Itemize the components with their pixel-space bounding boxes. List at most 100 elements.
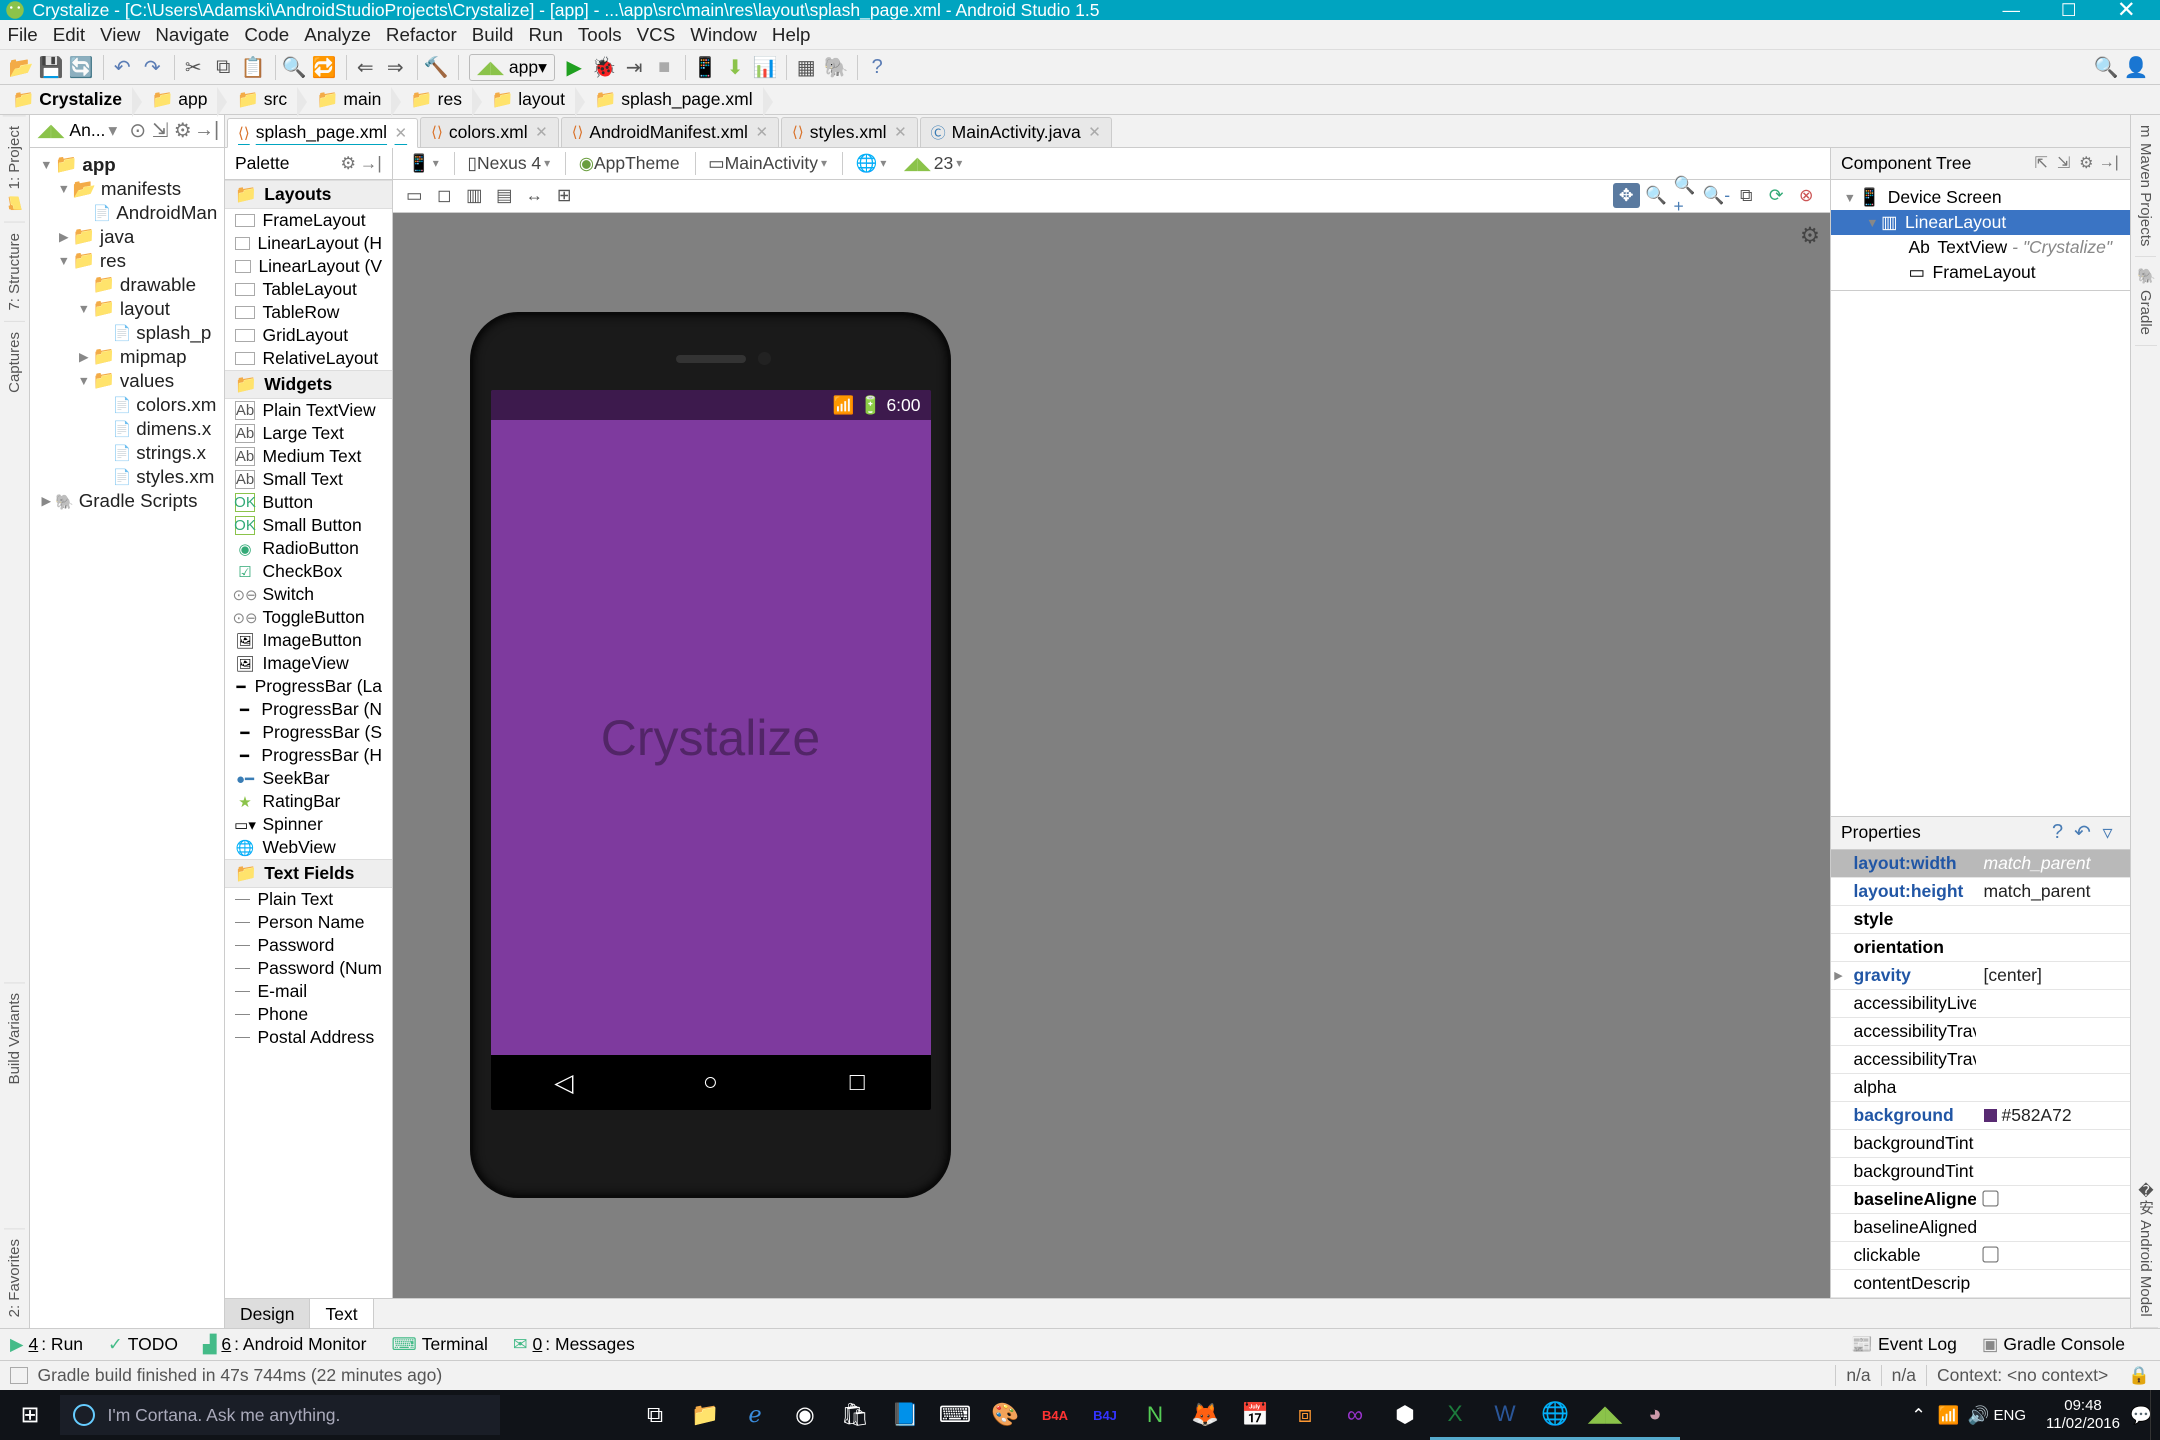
design-surface[interactable]: ⚙ 📶 🔋 6:00 Crystalize (393, 213, 1830, 1298)
palette-group-header[interactable]: 📁Text Fields (225, 859, 392, 888)
properties-grid[interactable]: layout:widthmatch_parentlayout:heightmat… (1831, 850, 2130, 1298)
palette-item[interactable]: FrameLayout (225, 209, 392, 232)
undo-icon[interactable]: ↶ (109, 53, 137, 81)
tool-window-toggle-icon[interactable] (10, 1367, 28, 1385)
app-textview[interactable]: Crystalize (601, 709, 820, 767)
attach-debugger-icon[interactable]: ⇥ (620, 53, 648, 81)
palette-item[interactable]: AbPlain TextView (225, 399, 392, 422)
blueprint-mode-icon[interactable]: ▤ (491, 183, 519, 208)
app-preview-body[interactable]: Crystalize (491, 420, 931, 1055)
palette-item[interactable]: ━ProgressBar (H (225, 744, 392, 767)
menu-help[interactable]: Help (772, 24, 811, 46)
copy-icon[interactable]: ⧉ (1733, 183, 1761, 208)
status-cell-context[interactable]: Context: <no context> (1926, 1365, 2118, 1386)
menu-run[interactable]: Run (528, 24, 562, 46)
right-tab-maven-projects[interactable]: mMaven Projects (2135, 115, 2156, 257)
bottom-tab-gradle-console[interactable]: ▣Gradle Console (1982, 1334, 2125, 1355)
make-icon[interactable]: 🔨 (423, 53, 451, 81)
menu-build[interactable]: Build (472, 24, 514, 46)
cut-icon[interactable]: ✂ (180, 53, 208, 81)
b4a-icon[interactable]: B4A (1030, 1390, 1080, 1440)
property-row[interactable]: contentDescrip (1831, 1270, 2130, 1298)
breadcrumb-item[interactable]: 📁splash_page.xml (587, 87, 763, 112)
menu-window[interactable]: Window (690, 24, 757, 46)
palette-item[interactable]: ⊙⊖Switch (225, 583, 392, 606)
open-icon[interactable]: 📂 (8, 53, 36, 81)
debug-button-icon[interactable]: 🐞 (590, 53, 618, 81)
restore-icon[interactable]: ↶ (2070, 820, 2095, 845)
hide-icon[interactable]: →| (2098, 154, 2121, 172)
menu-file[interactable]: File (8, 24, 38, 46)
eclipse-icon[interactable]: ◕ (1630, 1390, 1680, 1440)
collapse-all-icon[interactable]: ⇲ (149, 118, 172, 143)
project-tree-node[interactable]: 📄dimens.x (30, 417, 224, 441)
project-tree[interactable]: ▼📁app▼📂manifests📄AndroidMan▶📁java▼📁res📁d… (30, 148, 224, 1328)
nav-home-icon[interactable]: ○ (699, 1072, 721, 1094)
kindle-icon[interactable]: 📘 (880, 1390, 930, 1440)
steam-icon[interactable]: ◉ (780, 1390, 830, 1440)
component-tree-node[interactable]: ▭FrameLayout (1831, 260, 2130, 285)
unity-icon[interactable]: ⬢ (1380, 1390, 1430, 1440)
keyboard-icon[interactable]: ⌨ (930, 1390, 980, 1440)
tray-volume-icon[interactable]: 🔊 (1964, 1405, 1994, 1426)
preview-options-icon[interactable]: ⊗ (1793, 183, 1821, 208)
palette-item[interactable]: TableRow (225, 301, 392, 324)
property-row[interactable]: ▶gravity[center] (1831, 962, 2130, 990)
refresh-preview-icon[interactable]: ⟳ (1763, 183, 1791, 208)
api-level-selector[interactable]: ◢◣23▾ (896, 150, 969, 177)
editor-tab[interactable]: ⟨⟩colors.xml✕ (420, 117, 559, 147)
menu-code[interactable]: Code (244, 24, 289, 46)
palette-item[interactable]: ◉RadioButton (225, 537, 392, 560)
palette-item[interactable]: 🖼ImageButton (225, 629, 392, 652)
left-tab-captures[interactable]: Captures (4, 321, 25, 403)
component-tree-node[interactable]: ▼▥LinearLayout (1831, 210, 2130, 235)
close-icon[interactable]: ✕ (535, 123, 548, 141)
palette-item[interactable]: ☑CheckBox (225, 560, 392, 583)
start-button[interactable]: ⊞ (0, 1402, 60, 1428)
property-checkbox[interactable] (1982, 1246, 1998, 1262)
palette-item[interactable]: OKSmall Button (225, 514, 392, 537)
property-row[interactable]: layout:heightmatch_parent (1831, 878, 2130, 906)
hide-icon[interactable]: →| (360, 153, 383, 174)
palette-item[interactable]: AbMedium Text (225, 445, 392, 468)
palette-item[interactable]: 🌐WebView (225, 836, 392, 859)
property-row[interactable]: backgroundTint (1831, 1130, 2130, 1158)
paint-icon[interactable]: 🎨 (980, 1390, 1030, 1440)
notifications-icon[interactable]: 💬 (2133, 1390, 2151, 1440)
visual-studio-icon[interactable]: ∞ (1330, 1390, 1380, 1440)
project-tree-node[interactable]: ▶Gradle Scripts (30, 489, 224, 513)
menu-vcs[interactable]: VCS (637, 24, 676, 46)
nav-recents-icon[interactable]: □ (846, 1072, 868, 1094)
project-tree-node[interactable]: ▼📁res (30, 249, 224, 273)
bottom-tab-run[interactable]: ▶4: Run (10, 1334, 83, 1355)
breadcrumb-item[interactable]: 📁src (229, 87, 297, 112)
forward-icon[interactable]: ⇒ (382, 53, 410, 81)
help-icon[interactable]: ? (863, 53, 891, 81)
palette-item[interactable]: Postal Address (225, 1026, 392, 1049)
constraints-icon[interactable]: ⊞ (551, 183, 579, 208)
property-row[interactable]: baselineAligned (1831, 1214, 2130, 1242)
property-checkbox[interactable] (1982, 1190, 1998, 1206)
calendar-icon[interactable]: 📅 (1230, 1390, 1280, 1440)
task-view-icon[interactable]: ⧉ (630, 1390, 680, 1440)
palette-group-header[interactable]: 📁Widgets (225, 370, 392, 399)
zoom-reset-icon[interactable]: 🔍 (1643, 183, 1671, 208)
window-maximize-button[interactable]: ☐ (2040, 0, 2098, 20)
android-monitor-icon[interactable]: 📊 (751, 53, 779, 81)
hide-icon[interactable]: →| (194, 119, 217, 142)
gimp-icon[interactable]: 🦊 (1180, 1390, 1230, 1440)
gear-icon[interactable]: ⚙ (172, 118, 195, 143)
breadcrumb-item[interactable]: 📁res (403, 87, 472, 112)
property-row[interactable]: accessibilityTrav (1831, 1018, 2130, 1046)
redo-icon[interactable]: ↷ (139, 53, 167, 81)
palette-item[interactable]: E-mail (225, 980, 392, 1003)
palette-item[interactable]: Person Name (225, 911, 392, 934)
zoom-in-icon[interactable]: 🔍+ (1673, 183, 1701, 208)
palette-item[interactable]: OKButton (225, 491, 392, 514)
menu-tools[interactable]: Tools (578, 24, 622, 46)
remote-icon[interactable]: ⧈ (1280, 1390, 1330, 1440)
bottom-tab-todo[interactable]: ✓TODO (108, 1334, 178, 1355)
editor-tab[interactable]: ⒸMainActivity.java✕ (920, 117, 1112, 147)
bottom-tab-event-log[interactable]: 📰Event Log (1851, 1334, 1957, 1355)
cortana-search[interactable]: I'm Cortana. Ask me anything. (60, 1395, 500, 1435)
